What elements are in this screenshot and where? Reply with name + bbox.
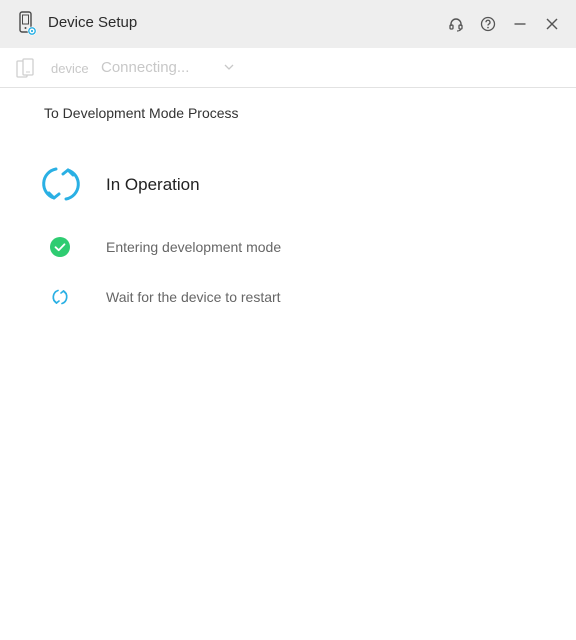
- window-title: Device Setup: [48, 14, 138, 31]
- sync-icon: [50, 287, 70, 307]
- device-connection-status[interactable]: Connecting...: [101, 59, 189, 76]
- process-step-entering-dev-mode: Entering development mode: [0, 232, 576, 262]
- process-step-wait-restart: Wait for the device to restart: [0, 282, 576, 312]
- step-label: Entering development mode: [106, 239, 282, 255]
- sync-icon: [40, 163, 82, 205]
- device-setup-app-icon: [17, 11, 39, 37]
- status-heading: In Operation: [106, 175, 200, 194]
- title-bar: Device Setup: [0, 0, 576, 48]
- question-circle-icon[interactable]: [476, 12, 500, 36]
- step-label: Wait for the device to restart: [106, 289, 281, 305]
- chevron-down-icon[interactable]: [222, 60, 236, 74]
- device-label: device: [51, 61, 89, 76]
- headset-icon[interactable]: [444, 12, 468, 36]
- check-circle-icon: [50, 237, 70, 257]
- minimize-icon[interactable]: [508, 12, 532, 36]
- device-phone-icon: [16, 58, 38, 78]
- process-title: To Development Mode Process: [44, 105, 239, 121]
- close-icon[interactable]: [540, 12, 564, 36]
- device-selector-bar: device Connecting...: [0, 48, 576, 88]
